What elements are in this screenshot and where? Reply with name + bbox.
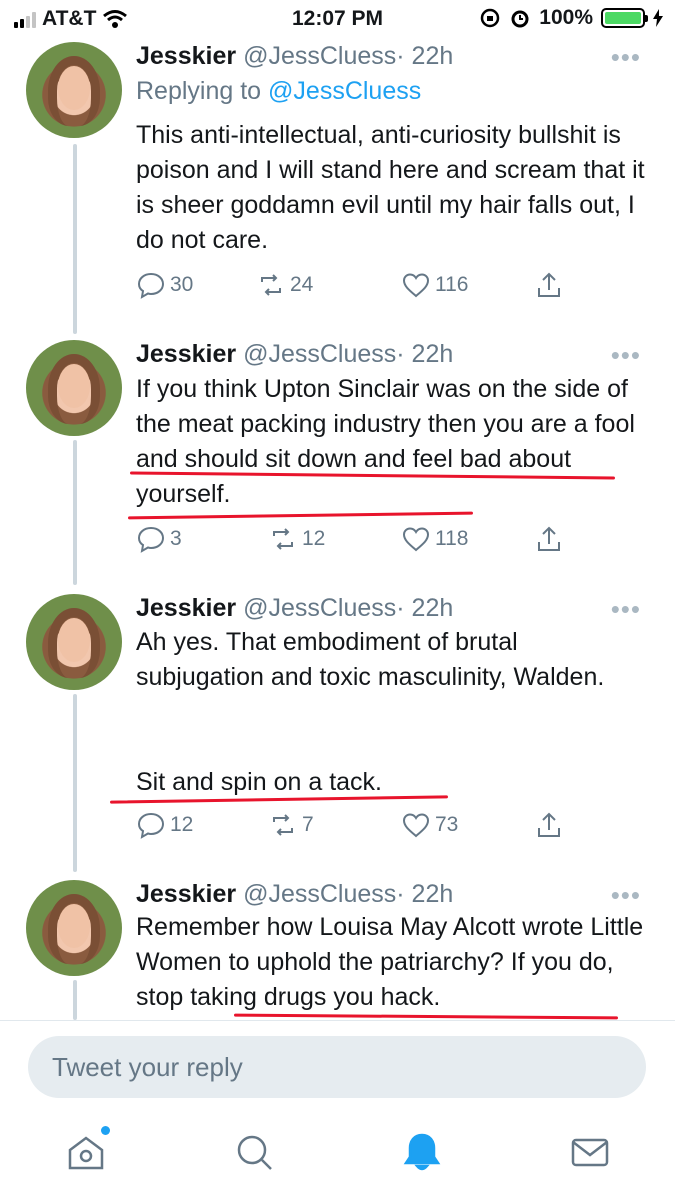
retweet-icon bbox=[273, 814, 293, 836]
retweet-count: 12 bbox=[302, 527, 326, 550]
reply-count: 3 bbox=[170, 527, 182, 550]
author-handle: @JessCluess bbox=[243, 880, 397, 908]
author-name[interactable]: Jesskier bbox=[136, 340, 236, 368]
home-icon bbox=[68, 1136, 104, 1170]
avatar[interactable] bbox=[26, 594, 122, 690]
more-options-icon[interactable]: ••• bbox=[611, 880, 641, 911]
tab-bar bbox=[0, 1118, 675, 1200]
like-count: 116 bbox=[435, 273, 469, 296]
author-handle: @JessCluess bbox=[243, 42, 397, 70]
tweet-header: Jesskier @JessCluess· 22h bbox=[136, 594, 453, 623]
mail-icon bbox=[571, 1138, 609, 1167]
tab-notifications[interactable] bbox=[400, 1130, 444, 1174]
tab-messages[interactable] bbox=[568, 1130, 612, 1174]
author-handle: @JessCluess bbox=[243, 340, 397, 368]
author-handle: @JessCluess bbox=[243, 594, 397, 622]
reply-button[interactable]: 12 bbox=[136, 810, 193, 840]
avatar[interactable] bbox=[26, 42, 122, 138]
bell-icon bbox=[403, 1133, 441, 1171]
retweet-icon bbox=[273, 528, 293, 550]
reply-button[interactable]: 3 bbox=[136, 524, 182, 554]
more-options-icon[interactable]: ••• bbox=[611, 42, 641, 73]
like-button[interactable]: 116 bbox=[401, 270, 468, 300]
reply-count: 30 bbox=[170, 273, 194, 296]
more-options-icon[interactable]: ••• bbox=[611, 594, 641, 625]
replying-to: Replying to @JessCluess bbox=[136, 77, 421, 106]
tweet-text-second-paragraph: Sit and spin on a tack. bbox=[136, 768, 382, 796]
replying-to-link[interactable]: @JessCluess bbox=[268, 77, 421, 105]
tweet-time: · 22h bbox=[396, 594, 454, 622]
heart-icon bbox=[402, 527, 430, 552]
reply-separator bbox=[0, 1020, 675, 1021]
like-count: 73 bbox=[435, 813, 459, 836]
reply-input[interactable]: Tweet your reply bbox=[28, 1036, 646, 1098]
tweet-actions: 3 12 118 bbox=[136, 524, 576, 558]
like-button[interactable]: 118 bbox=[401, 524, 468, 554]
heart-icon bbox=[402, 273, 430, 298]
thread-line bbox=[73, 440, 77, 585]
like-button[interactable]: 73 bbox=[401, 810, 458, 840]
reply-icon bbox=[137, 812, 165, 839]
status-right: 100% bbox=[479, 6, 663, 30]
retweet-count: 7 bbox=[302, 813, 314, 836]
retweet-count: 24 bbox=[290, 273, 314, 296]
tweet-time: · 22h bbox=[396, 42, 454, 70]
share-button[interactable] bbox=[534, 524, 564, 554]
red-underline bbox=[127, 511, 474, 520]
tweet-time: · 22h bbox=[396, 340, 454, 368]
reply-count: 12 bbox=[170, 813, 194, 836]
tweet-header: Jesskier @JessCluess· 22h bbox=[136, 880, 453, 909]
search-icon bbox=[237, 1135, 272, 1170]
battery-percent: 100% bbox=[539, 6, 593, 29]
more-options-icon[interactable]: ••• bbox=[611, 340, 641, 371]
tweet-text: Ah yes. That embodiment of brutal subjug… bbox=[136, 628, 605, 691]
avatar[interactable] bbox=[26, 880, 122, 976]
share-button[interactable] bbox=[534, 270, 564, 300]
reply-icon bbox=[137, 526, 165, 553]
share-icon bbox=[538, 272, 560, 297]
notification-dot bbox=[101, 1126, 110, 1135]
battery-icon bbox=[601, 8, 648, 28]
reply-button[interactable]: 30 bbox=[136, 270, 193, 300]
retweet-button[interactable]: 24 bbox=[256, 270, 313, 300]
tweet-header: Jesskier @JessCluess· 22h bbox=[136, 42, 453, 71]
share-icon bbox=[538, 812, 560, 837]
tweet-text: If you think Upton Sinclair was on the s… bbox=[136, 375, 635, 508]
replying-label: Replying to bbox=[136, 77, 262, 105]
avatar[interactable] bbox=[26, 340, 122, 436]
status-bar: AT&T 12:07 PM 100% bbox=[0, 0, 675, 36]
tweet-actions: 12 7 73 bbox=[136, 810, 576, 844]
tweet-header: Jesskier @JessCluess· 22h bbox=[136, 340, 453, 369]
charging-icon bbox=[653, 9, 663, 27]
retweet-button[interactable]: 7 bbox=[268, 810, 314, 840]
like-count: 118 bbox=[435, 527, 469, 550]
retweet-button[interactable]: 12 bbox=[268, 524, 325, 554]
reply-icon bbox=[137, 272, 165, 299]
author-name[interactable]: Jesskier bbox=[136, 594, 236, 622]
share-button[interactable] bbox=[534, 810, 564, 840]
retweet-icon bbox=[261, 274, 281, 296]
rotation-lock-icon bbox=[481, 8, 500, 28]
thread-line bbox=[73, 980, 77, 1020]
thread-line bbox=[73, 694, 77, 872]
tweet-text: This anti-intellectual, anti-curiosity b… bbox=[136, 121, 645, 254]
tweet-text: Remember how Louisa May Alcott wrote Lit… bbox=[136, 913, 644, 1011]
tweet-time: · 22h bbox=[396, 880, 454, 908]
heart-icon bbox=[402, 813, 430, 838]
thread-line bbox=[73, 144, 77, 334]
tweet-actions: 30 24 116 bbox=[136, 270, 576, 304]
alarm-icon bbox=[511, 10, 529, 28]
tab-home[interactable] bbox=[64, 1126, 110, 1174]
share-icon bbox=[538, 526, 560, 551]
author-name[interactable]: Jesskier bbox=[136, 42, 236, 70]
author-name[interactable]: Jesskier bbox=[136, 880, 236, 908]
tab-search[interactable] bbox=[232, 1130, 276, 1174]
